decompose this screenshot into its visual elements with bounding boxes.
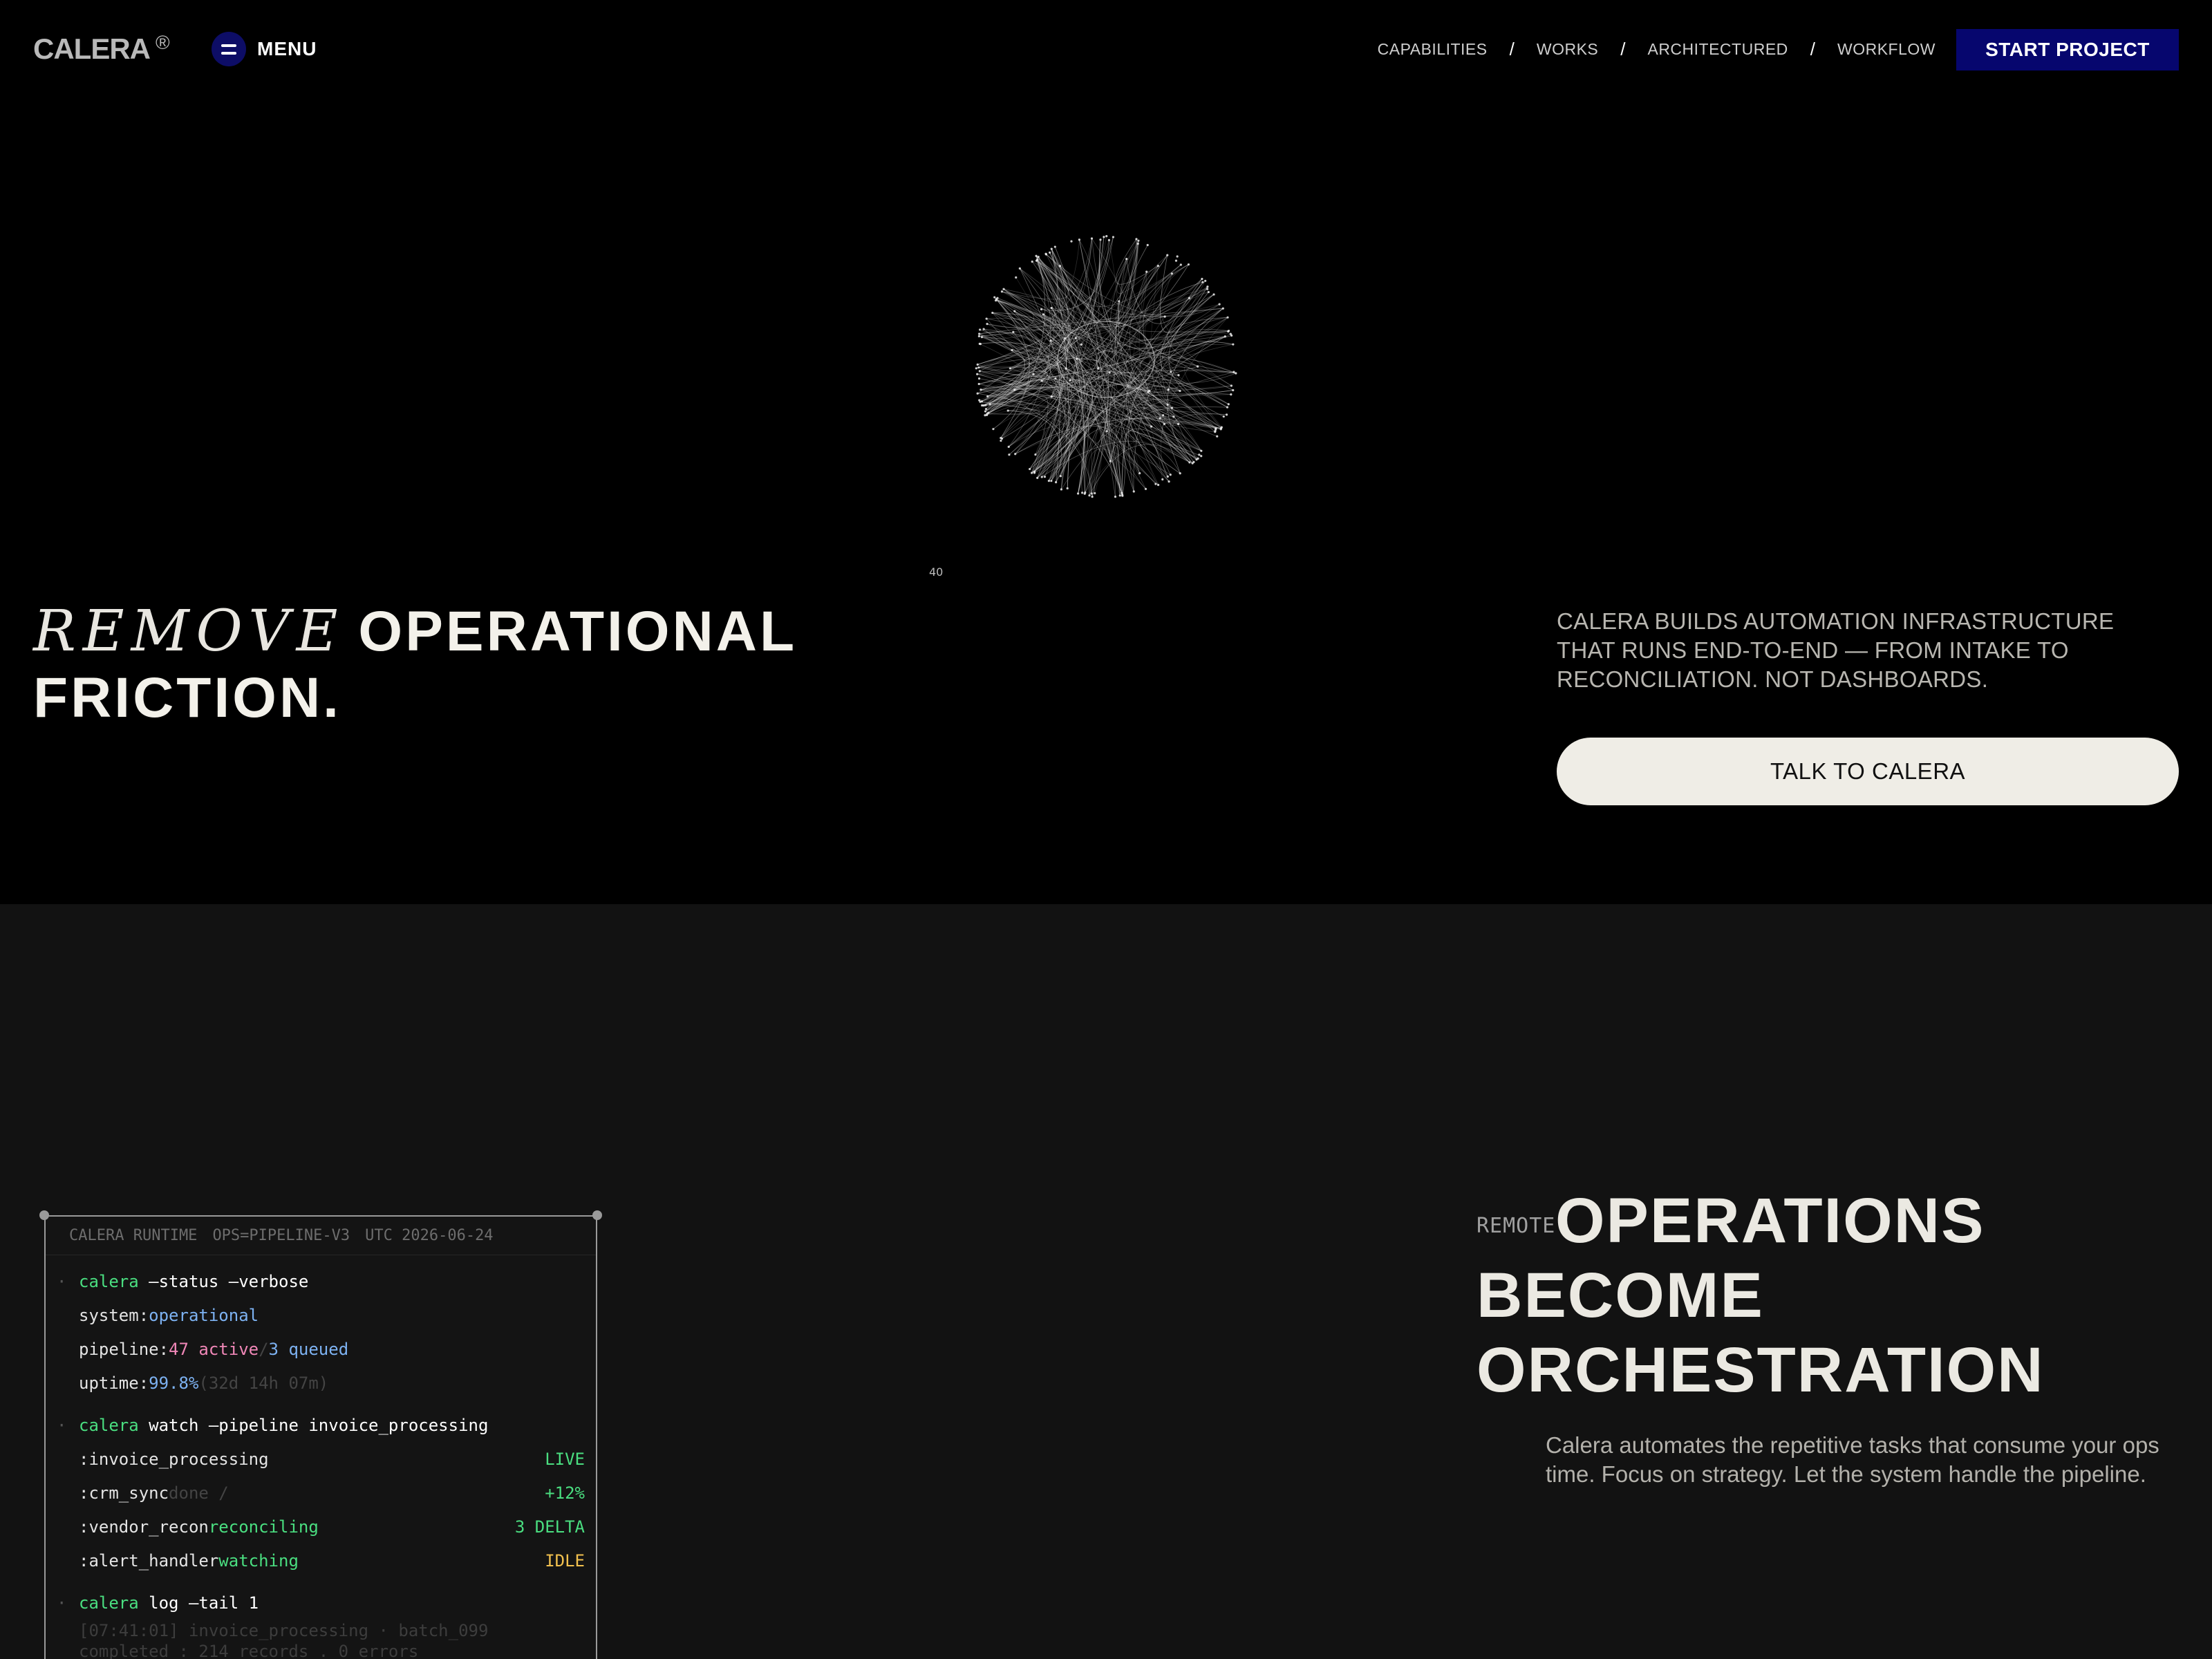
logo[interactable]: CALERA ®	[33, 32, 170, 66]
terminal-output-line: uptime: 99.8% (32d 14h 07m)	[79, 1374, 329, 1393]
hero-counter: 40	[929, 565, 944, 579]
hamburger-icon	[212, 32, 246, 66]
nav-separator: /	[1810, 39, 1815, 59]
section-title-line-3: ORCHESTRATION	[1477, 1335, 2045, 1405]
runtime-terminal: CALERA RUNTIME OPS=PIPELINE-V3 UTC 2026-…	[39, 1210, 602, 1659]
terminal-log-line: [07:41:01] invoice_processing · batch_09…	[79, 1621, 489, 1640]
start-project-button[interactable]: START PROJECT	[1956, 29, 2179, 71]
nav-links: CAPABILITIES / WORKS / ARCHITECTURED / W…	[1378, 39, 1936, 60]
top-nav: CALERA ® MENU CAPABILITIES / WORKS / ARCH…	[0, 0, 2212, 100]
pipeline-job-row: :crm_sync done / +12%	[79, 1483, 585, 1503]
nav-link-architectured[interactable]: ARCHITECTURED	[1647, 40, 1788, 59]
hero-description: CALERA BUILDS AUTOMATION INFRASTRUCTURE …	[1557, 608, 2115, 692]
terminal-body: · calera —status —verbose system: operati…	[46, 1255, 596, 1659]
nav-link-workflow[interactable]: WORKFLOW	[1837, 40, 1936, 59]
terminal-header: CALERA RUNTIME OPS=PIPELINE-V3 UTC 2026-…	[46, 1217, 596, 1255]
nav-separator: /	[1509, 39, 1515, 59]
terminal-command-line: · calera log —tail 1	[57, 1593, 259, 1613]
menu-label: MENU	[257, 38, 317, 59]
section-title-line-1: OPERATIONS	[1555, 1185, 1985, 1256]
terminal-output-line: pipeline: 47 active / 3 queued	[79, 1340, 349, 1359]
section-description: Calera automates the repetitive tasks th…	[1546, 1432, 2159, 1487]
section-title: OPERATIONS BECOME ORCHESTRATION	[1477, 1183, 2202, 1407]
terminal-corner-handle	[592, 1210, 602, 1220]
terminal-output-line: system: operational	[79, 1306, 259, 1325]
headline-script-word: REMOVE	[33, 599, 345, 664]
operations-section: CALERA RUNTIME OPS=PIPELINE-V3 UTC 2026-…	[0, 904, 2212, 1659]
terminal-log-line: completed : 214 records . 0 errors	[79, 1642, 419, 1659]
headline-bold-word-2: FRICTION.	[33, 666, 341, 729]
registered-mark: ®	[156, 32, 170, 53]
terminal-command-line: · calera watch —pipeline invoice_processi…	[57, 1416, 489, 1435]
nav-separator: /	[1620, 39, 1626, 59]
pipeline-job-row: :invoice_processing LIVE	[79, 1450, 585, 1469]
talk-to-calera-button[interactable]: TALK TO CALERA	[1557, 738, 2179, 805]
terminal-header-date: UTC 2026-06-24	[365, 1227, 494, 1244]
pipeline-job-row: :alert_handler watching IDLE	[79, 1551, 585, 1571]
hero-headline: REMOVE OPERATIONAL FRICTION.	[33, 599, 797, 731]
menu-button[interactable]: MENU	[212, 32, 317, 66]
section-title-line-2: BECOME	[1477, 1260, 1764, 1331]
terminal-header-title: CALERA RUNTIME	[69, 1227, 198, 1244]
network-sphere-graphic	[975, 235, 1237, 498]
terminal-corner-handle	[39, 1210, 49, 1220]
pipeline-job-row: :vendor_recon reconciling 3 DELTA	[79, 1517, 585, 1537]
headline-bold-word-1: OPERATIONAL	[358, 600, 798, 663]
terminal-command-line: · calera —status —verbose	[57, 1272, 309, 1291]
hero-section: 40 REMOVE OPERATIONAL FRICTION. CALERA BU…	[0, 0, 2212, 904]
nav-link-works[interactable]: WORKS	[1537, 40, 1598, 59]
logo-text: CALERA	[33, 32, 151, 65]
terminal-header-ops: OPS=PIPELINE-V3	[212, 1227, 350, 1244]
nav-link-capabilities[interactable]: CAPABILITIES	[1378, 40, 1488, 59]
